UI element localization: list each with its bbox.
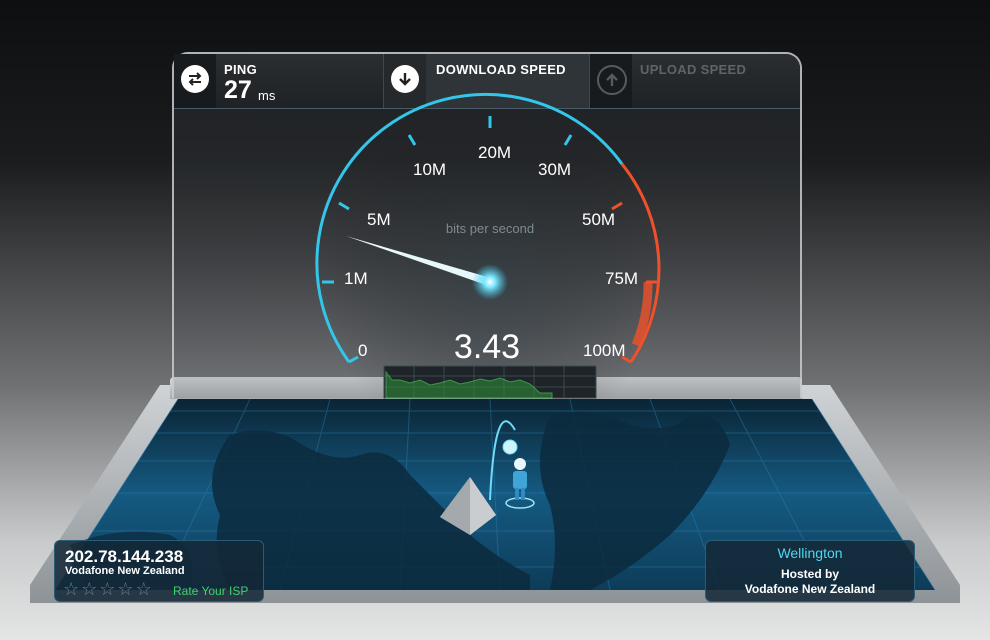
tick-label-100m: 100M xyxy=(583,341,626,360)
tick-label-30m: 30M xyxy=(538,160,571,179)
client-ip: 202.78.144.238 xyxy=(65,547,184,566)
star-icon[interactable]: ☆ xyxy=(117,580,133,598)
tick-label-50m: 50M xyxy=(582,210,615,229)
tick-label-75m: 75M xyxy=(605,269,638,288)
rate-isp-link[interactable]: Rate Your ISP xyxy=(173,584,248,598)
star-icon[interactable]: ☆ xyxy=(81,580,97,598)
tick-label-20m: 20M xyxy=(478,143,511,162)
star-icon[interactable]: ☆ xyxy=(63,580,79,598)
server-city[interactable]: Wellington xyxy=(706,545,914,561)
tick-label-0: 0 xyxy=(358,341,367,360)
client-info-panel: 202.78.144.238 Vodafone New Zealand ☆ ☆ … xyxy=(54,540,264,602)
unit-label: bits per second xyxy=(446,221,534,236)
star-icon[interactable]: ☆ xyxy=(99,580,115,598)
speed-gauge: 0 1M 5M 10M 20M 30M 50M 75M 100M bits pe… xyxy=(315,92,661,400)
tick-label-10m: 10M xyxy=(413,160,446,179)
server-host: Vodafone New Zealand xyxy=(744,582,876,596)
star-icon[interactable]: ☆ xyxy=(136,580,152,598)
tick-label-1m: 1M xyxy=(344,269,368,288)
current-speed-value: 3.43 xyxy=(454,328,520,366)
speed-history-graph xyxy=(383,365,597,399)
hosted-by-label: Hosted by xyxy=(780,567,839,581)
isp-rating-stars[interactable]: ☆ ☆ ☆ ☆ ☆ xyxy=(63,580,152,598)
server-info-panel[interactable]: Wellington Hosted by Vodafone New Zealan… xyxy=(705,540,915,602)
client-isp: Vodafone New Zealand xyxy=(65,565,185,577)
tick-label-5m: 5M xyxy=(367,210,391,229)
